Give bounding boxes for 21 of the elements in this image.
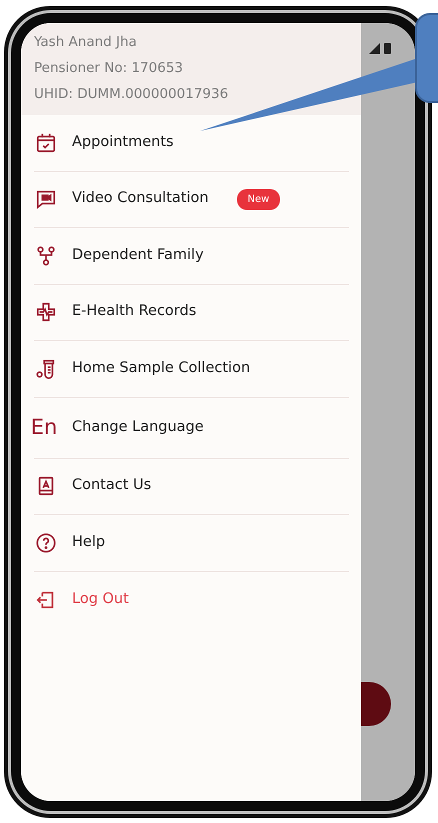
medical-cross-icon <box>35 301 57 324</box>
uhid-text: UHID: DUMM.000000017936 <box>34 85 230 104</box>
language-icon: En <box>30 417 58 438</box>
pensioner-number: Pensioner No: 170653 <box>34 59 184 78</box>
menu-item[interactable]: Change Language <box>72 416 204 438</box>
menu-item[interactable]: Log Out <box>72 588 129 611</box>
new-badge: New <box>236 188 280 210</box>
menu-item[interactable]: Dependent Family <box>72 244 204 267</box>
floating-button[interactable] <box>361 682 391 726</box>
menu-item[interactable]: Video Consultation <box>72 188 209 210</box>
menu-item[interactable]: Home Sample Collection <box>72 358 250 380</box>
menu-item[interactable]: E-Health Records <box>72 301 196 324</box>
menu-item[interactable]: Appointments <box>72 132 174 154</box>
video-chat-icon <box>35 188 57 210</box>
menu-item[interactable]: Help <box>72 532 106 554</box>
menu-item[interactable]: Contact Us <box>72 475 152 498</box>
family-tree-icon <box>35 244 57 267</box>
calendar-check-icon <box>35 132 57 154</box>
help-icon <box>35 532 57 554</box>
sample-tube-icon <box>35 358 57 380</box>
user-name: Yash Anand Jha <box>34 33 138 52</box>
